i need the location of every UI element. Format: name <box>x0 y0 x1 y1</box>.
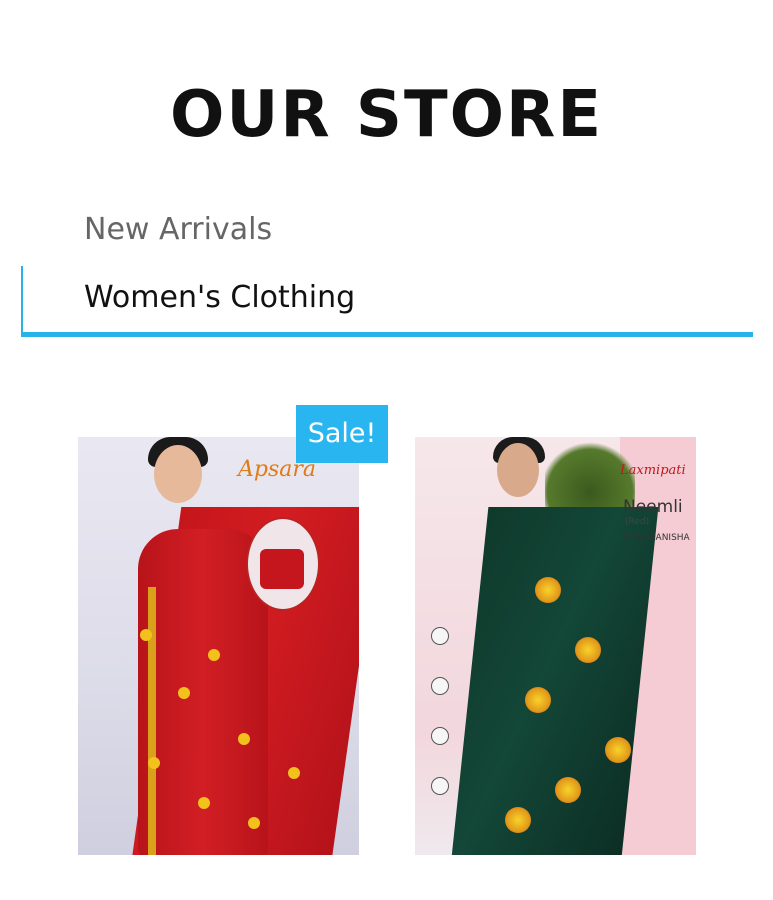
saree-flower <box>535 577 561 603</box>
saree-motif <box>198 797 210 809</box>
saree-motif <box>288 767 300 779</box>
tab-womens-clothing[interactable]: Women's Clothing <box>84 280 355 315</box>
saree-flower <box>605 737 631 763</box>
saree-motif <box>248 817 260 829</box>
saree-flower <box>555 777 581 803</box>
saree-flower <box>505 807 531 833</box>
active-tab-indicator-left <box>21 266 23 336</box>
tab-new-arrivals[interactable]: New Arrivals <box>84 212 272 247</box>
saree-motif <box>148 757 160 769</box>
model-face <box>154 445 202 503</box>
product-card-green-saree[interactable]: Laxmipati Neemli (Red) 6374 DANISHA <box>415 437 696 855</box>
feature-icon <box>431 627 449 645</box>
product-card-red-saree[interactable]: Apsara <box>78 437 359 855</box>
sale-badge: Sale! <box>296 405 388 463</box>
blouse-inset-image <box>260 549 304 589</box>
product-image-code: 6374 DANISHA <box>623 533 690 543</box>
saree-border <box>148 587 156 855</box>
feature-icon <box>431 777 449 795</box>
saree-motif <box>140 629 152 641</box>
product-image-brand: Laxmipati <box>620 463 686 478</box>
feature-icon <box>431 727 449 745</box>
saree-motif <box>238 733 250 745</box>
product-image-name: Neemli <box>623 497 683 517</box>
page-title: OUR STORE <box>169 78 604 152</box>
model-face <box>497 443 539 497</box>
saree-flower <box>525 687 551 713</box>
product-image-variant: (Red) <box>625 517 650 527</box>
saree-motif <box>208 649 220 661</box>
saree-motif <box>178 687 190 699</box>
feature-icon <box>431 677 449 695</box>
saree-flower <box>575 637 601 663</box>
active-tab-indicator-underline <box>21 332 753 337</box>
